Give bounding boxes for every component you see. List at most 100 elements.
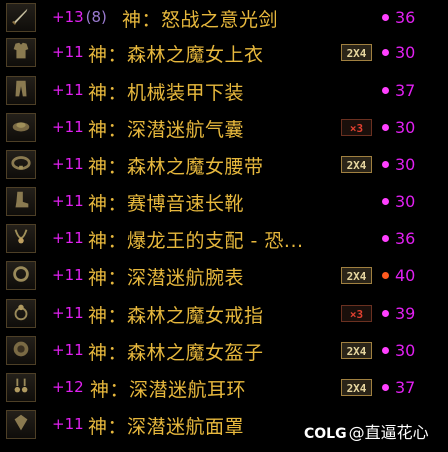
earring-icon [10, 375, 32, 401]
status-dot-icon [382, 347, 389, 354]
status-dot-icon [382, 384, 389, 391]
orb-icon [10, 338, 32, 364]
item-score: 30 [395, 118, 416, 137]
level-value: +13 [52, 8, 84, 26]
item-slot[interactable] [6, 3, 36, 32]
equipment-row[interactable]: +11 神：深潜迷航腕表 2X4 40 [0, 258, 448, 293]
set-badge: ×3 [341, 119, 372, 136]
pants-icon [10, 78, 32, 104]
item-name: 神：深潜迷航腕表 [88, 267, 245, 289]
shoulder-icon [10, 115, 32, 141]
enhance-level: +11 [52, 155, 84, 173]
enhance-level: +12 [52, 378, 84, 396]
colg-logo: COLG [304, 426, 347, 442]
item-slot[interactable] [6, 187, 36, 216]
item-score: 37 [395, 81, 416, 100]
item-slot[interactable] [6, 336, 36, 365]
status-dot-icon [382, 198, 389, 205]
set-badge: 2X4 [341, 156, 372, 173]
item-score: 30 [395, 192, 416, 211]
level-value: +11 [52, 155, 84, 173]
equipment-row[interactable]: +11 神：赛博音速长靴 30 [0, 184, 448, 219]
level-value: +11 [52, 43, 84, 61]
item-slot[interactable] [6, 113, 36, 142]
level-value: +11 [52, 415, 84, 433]
equipment-row[interactable]: +11 神：机械装甲下装 37 [0, 73, 448, 108]
item-score: 39 [395, 304, 416, 323]
equipment-row[interactable]: +11 神：森林之魔女盔子 2X4 30 [0, 333, 448, 368]
status-dot-icon [382, 124, 389, 131]
equipment-row[interactable]: +11 神：森林之魔女腰带 2X4 30 [0, 147, 448, 182]
item-slot[interactable] [6, 38, 36, 67]
bracelet-icon [10, 263, 32, 289]
item-score: 30 [395, 155, 416, 174]
enhance-level: +11 [52, 43, 84, 61]
enhance-level: +11 [52, 192, 84, 210]
set-badge: 2X4 [341, 267, 372, 284]
item-slot[interactable] [6, 261, 36, 290]
item-name: 神：森林之魔女上衣 [88, 44, 264, 66]
status-dot-icon [382, 14, 389, 21]
item-slot[interactable] [6, 373, 36, 402]
set-badge: 2X4 [341, 379, 372, 396]
equipment-row[interactable]: +11 神：森林之魔女上衣 2X4 30 [0, 35, 448, 70]
item-name: 神：赛博音速长靴 [88, 193, 245, 215]
item-score: 36 [395, 8, 416, 27]
item-name: 神：爆龙王的支配 - 恐... [88, 230, 304, 252]
level-value: +11 [52, 118, 84, 136]
level-value: +12 [52, 378, 84, 396]
set-badge: 2X4 [341, 44, 372, 61]
enhance-level: +11 [52, 304, 84, 322]
level-value: +11 [52, 304, 84, 322]
item-slot[interactable] [6, 299, 36, 328]
item-score: 30 [395, 43, 416, 62]
level-value: +11 [52, 192, 84, 210]
item-slot[interactable] [6, 410, 36, 439]
equipment-list: +13 (8) 神：怒战之意光剑 36 +11 神：森林之魔女上衣 2X4 30 +11 神：机械… [0, 0, 448, 452]
watermark-text: @直逼花心 [348, 423, 429, 442]
belt-icon [10, 152, 32, 178]
enhance-level: +11 [52, 229, 84, 247]
item-score: 30 [395, 341, 416, 360]
status-dot-icon [382, 272, 389, 279]
equipment-row[interactable]: +11 神：深潜迷航气囊 ×3 30 [0, 110, 448, 145]
enhance-level: +13 (8) [52, 8, 107, 26]
item-name: 神：深潜迷航气囊 [88, 119, 245, 141]
boots-icon [10, 189, 32, 215]
item-slot[interactable] [6, 150, 36, 179]
level-value: +11 [52, 341, 84, 359]
level-value: +11 [52, 266, 84, 284]
level-value: +11 [52, 81, 84, 99]
item-score: 36 [395, 229, 416, 248]
set-badge: 2X4 [341, 342, 372, 359]
item-name: 神：怒战之意光剑 [122, 9, 279, 31]
enhance-level: +11 [52, 266, 84, 284]
level-sub: (8) [85, 8, 107, 26]
status-dot-icon [382, 310, 389, 317]
item-name: 神：森林之魔女腰带 [88, 156, 264, 178]
enhance-level: +11 [52, 81, 84, 99]
equipment-row[interactable]: +12 神：深潜迷航耳环 2X4 37 [0, 370, 448, 405]
status-dot-icon [382, 49, 389, 56]
top-armor-icon [10, 40, 32, 66]
status-dot-icon [382, 235, 389, 242]
item-slot[interactable] [6, 224, 36, 253]
status-dot-icon [382, 161, 389, 168]
enhance-level: +11 [52, 118, 84, 136]
item-slot[interactable] [6, 76, 36, 105]
item-score: 40 [395, 266, 416, 285]
item-name: 神：深潜迷航面罩 [88, 416, 245, 438]
necklace-icon [10, 226, 32, 252]
equipment-row[interactable]: +11 神：爆龙王的支配 - 恐... 36 [0, 221, 448, 256]
enhance-level: +11 [52, 415, 84, 433]
sword-icon [10, 5, 32, 31]
ring-icon [10, 301, 32, 327]
item-score: 37 [395, 378, 416, 397]
item-name: 神：深潜迷航耳环 [90, 379, 247, 401]
equipment-row[interactable]: +13 (8) 神：怒战之意光剑 36 [0, 0, 448, 35]
item-name: 神：机械装甲下装 [88, 82, 245, 104]
status-dot-icon [382, 87, 389, 94]
item-name: 神：森林之魔女戒指 [88, 305, 264, 327]
level-value: +11 [52, 229, 84, 247]
equipment-row[interactable]: +11 神：森林之魔女戒指 ×3 39 [0, 296, 448, 331]
